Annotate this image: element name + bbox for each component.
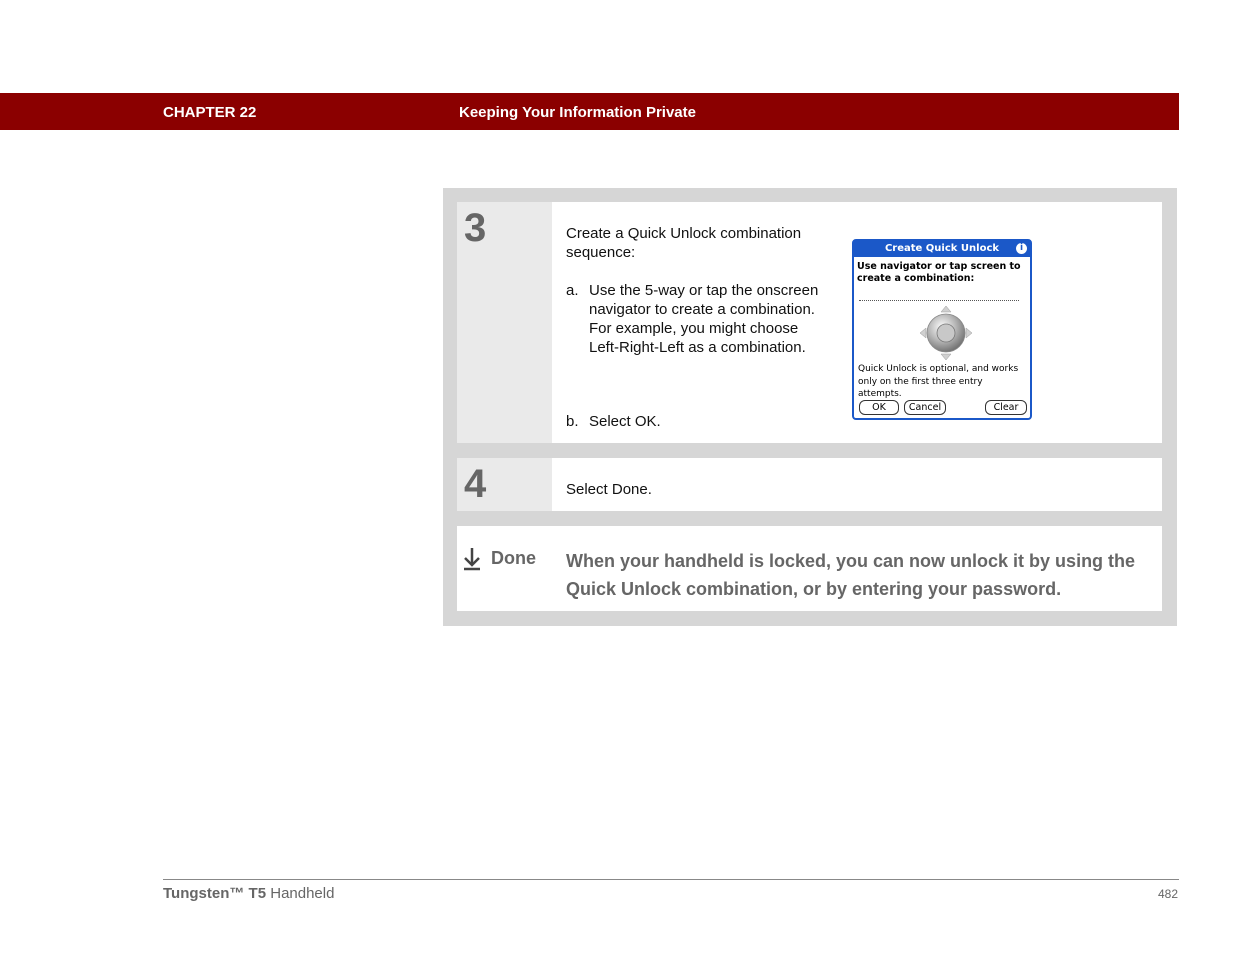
done-text: When your handheld is locked, you can no…	[566, 551, 1136, 599]
step-text: Select Done.	[566, 481, 652, 498]
quick-unlock-dialog: Create Quick Unlock i Use navigator or t…	[852, 239, 1032, 420]
ok-button[interactable]: OK	[859, 400, 899, 415]
down-arrow-icon	[464, 548, 480, 571]
list-marker: b.	[566, 413, 579, 430]
chapter-title: Keeping Your Information Private	[459, 104, 696, 121]
product-brand: Tungsten™ T5	[163, 885, 267, 902]
step-number-cell: 4	[457, 458, 552, 511]
dialog-note: Quick Unlock is optional, and works only…	[858, 364, 1019, 399]
list-item-example: For example, you might choose Left-Right…	[589, 320, 806, 356]
done-label: Done	[491, 548, 536, 568]
info-icon[interactable]: i	[1016, 243, 1027, 254]
step-number: 3	[464, 206, 487, 250]
page-number: 482	[1157, 887, 1178, 901]
chapter-label: CHAPTER 22	[163, 104, 257, 121]
done-row: Done When your handheld is locked, you c…	[457, 526, 1162, 611]
list-item-main: Use the 5-way or tap the onscreen naviga…	[589, 282, 819, 318]
clear-button[interactable]: Clear	[985, 400, 1027, 415]
cancel-button[interactable]: Cancel	[904, 400, 946, 415]
step-row-4: 4 Select Done.	[457, 458, 1162, 511]
dialog-title: Create Quick Unlock i	[854, 241, 1030, 257]
chapter-header-bar: CHAPTER 22 Keeping Your Information Priv…	[0, 93, 1179, 130]
product-suffix: Handheld	[270, 885, 335, 902]
step-number: 4	[464, 462, 487, 506]
five-way-navigator-icon[interactable]	[918, 304, 974, 362]
footer-product-name: Tungsten™ T5 Handheld	[163, 885, 334, 902]
combination-entry-line	[859, 300, 1019, 301]
done-cell: Done	[457, 526, 552, 611]
dialog-title-text: Create Quick Unlock	[884, 243, 1000, 254]
list-item-text: Select OK.	[589, 413, 661, 430]
footer-divider	[163, 879, 1179, 880]
step-number-cell: 3	[457, 202, 552, 443]
dialog-instruction: Use navigator or tap screen to create a …	[857, 261, 1021, 284]
step-row-3: 3 Create a Quick Unlock combination sequ…	[457, 202, 1162, 443]
list-item-text: Use the 5-way or tap the onscreen naviga…	[589, 281, 819, 357]
steps-panel: 3 Create a Quick Unlock combination sequ…	[443, 188, 1177, 626]
step-intro-text: Create a Quick Unlock combination sequen…	[566, 225, 802, 261]
list-marker: a.	[566, 282, 579, 299]
